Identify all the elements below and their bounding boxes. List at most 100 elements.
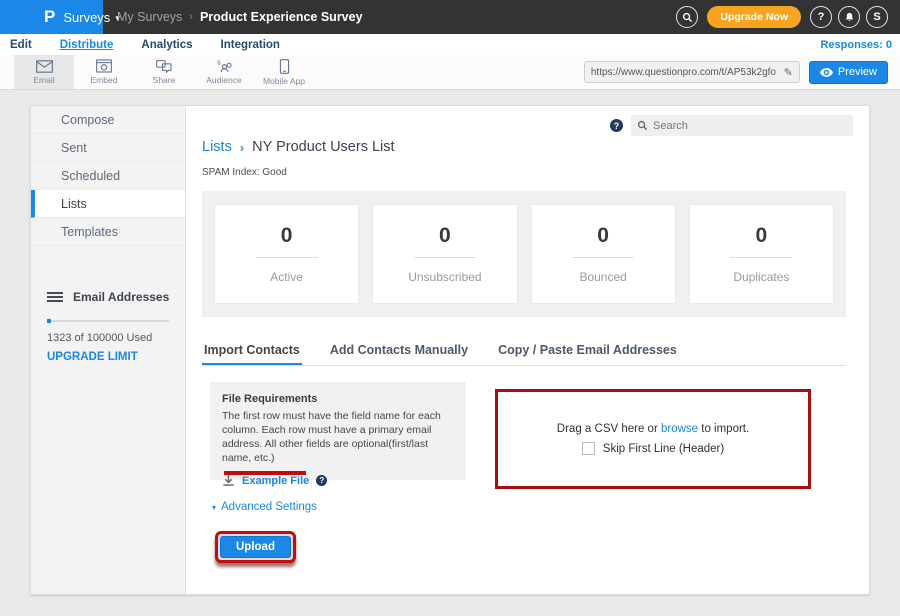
annotation-underline-example-file [224,471,306,475]
browse-link[interactable]: browse [661,423,698,435]
stat-card-bounced: 0 Bounced [531,204,676,304]
share-bubbles-icon [156,60,173,73]
usage-progress-bar [47,320,169,322]
duplicates-label: Duplicates [733,270,789,284]
channel-email[interactable]: Email [14,55,74,89]
notifications-button[interactable] [838,6,860,28]
contact-tabs: Import Contacts Add Contacts Manually Co… [202,339,846,366]
distribute-toolbar: Email Embed Share $ Audience Mobile App … [0,55,900,90]
nav-tab-edit[interactable]: Edit [10,39,32,51]
email-addresses-section: Email Addresses 1323 of 100000 Used UPGR… [31,246,185,363]
sidebar-item-lists[interactable]: Lists [31,190,185,218]
bounced-label: Bounced [579,270,626,284]
sidebar-item-templates[interactable]: Templates [31,218,185,246]
nav-tab-distribute[interactable]: Distribute [60,39,114,51]
stat-card-unsubscribed: 0 Unsubscribed [372,204,517,304]
top-navbar: P Surveys ▾ My Surveys › Product Experie… [0,0,900,34]
sidebar-item-sent[interactable]: Sent [31,134,185,162]
list-search-input[interactable] [653,120,847,132]
bell-icon [844,12,855,23]
bounced-count: 0 [597,224,609,248]
unsubscribed-count: 0 [439,224,451,248]
active-label: Active [270,270,303,284]
file-requirements-box: File Requirements The first row must hav… [210,382,466,480]
tab-import-contacts[interactable]: Import Contacts [202,339,302,365]
advanced-settings-label: Advanced Settings [221,501,317,513]
tab-copy-paste-emails[interactable]: Copy / Paste Email Addresses [496,339,679,365]
nav-tab-analytics[interactable]: Analytics [141,39,192,51]
survey-url-field[interactable]: ✎ [584,61,800,83]
nav-tab-integration[interactable]: Integration [221,39,280,51]
channel-embed[interactable]: Embed [74,55,134,89]
skip-first-line-checkbox[interactable] [582,442,595,455]
sidebar-item-compose[interactable]: Compose [31,106,185,134]
search-icon [637,120,648,131]
upload-button[interactable]: Upload [220,536,291,558]
upgrade-limit-link[interactable]: UPGRADE LIMIT [47,351,175,363]
channel-share[interactable]: Share [134,55,194,89]
svg-text:$: $ [217,61,221,67]
download-icon [222,474,235,487]
edit-url-pencil-icon[interactable]: ✎ [784,66,793,79]
help-button[interactable]: ? [810,6,832,28]
breadcrumb-lists-link[interactable]: Lists [202,139,232,155]
tab-add-contacts-manually[interactable]: Add Contacts Manually [328,339,470,365]
email-icon [36,60,53,73]
skip-first-line-label: Skip First Line (Header) [603,443,724,455]
survey-nav: Edit Distribute Analytics Integration Re… [0,34,900,55]
current-list-name: NY Product Users List [252,139,394,155]
duplicates-count: 0 [756,224,768,248]
list-search-box[interactable] [631,115,853,136]
spam-index-label: SPAM Index: Good [202,167,287,178]
list-content: ? Lists › NY Product Users List SPAM Ind… [186,106,869,594]
responses-count-link[interactable]: Responses: 0 [820,39,892,51]
survey-url-input[interactable] [591,67,780,78]
channel-embed-label: Embed [91,75,118,85]
context-help-icon[interactable]: ? [610,119,623,132]
dropzone-text: Drag a CSV here or browse to import. [557,423,749,435]
channel-mobile-app[interactable]: Mobile App [254,55,314,89]
eye-icon [820,68,833,77]
stat-card-duplicates: 0 Duplicates [689,204,834,304]
product-switcher-label: Surveys [63,10,110,25]
audience-icon: $ [216,59,233,73]
advanced-settings-toggle[interactable]: ▾ Advanced Settings [212,501,317,513]
example-file-link[interactable]: Example File [242,475,309,487]
main-panel: Compose Sent Scheduled Lists Templates E… [30,105,870,595]
usage-text: 1323 of 100000 Used [47,332,175,344]
channel-email-label: Email [33,75,54,85]
breadcrumb-my-surveys[interactable]: My Surveys [117,10,182,24]
page-title: Product Experience Survey [200,10,363,24]
preview-button[interactable]: Preview [809,61,888,84]
breadcrumb: My Surveys › Product Experience Survey [117,10,363,24]
channel-mobile-label: Mobile App [263,76,305,86]
example-file-help-icon[interactable]: ? [316,475,327,486]
breadcrumb-separator-icon: › [240,140,244,155]
list-stats-band: 0 Active 0 Unsubscribed 0 Bounced 0 Dupl… [202,191,846,317]
questionpro-logo-icon: P [44,7,55,27]
channel-audience-label: Audience [206,75,241,85]
unsubscribed-label: Unsubscribed [408,270,481,284]
global-search-button[interactable] [676,6,698,28]
list-lines-icon [47,291,63,303]
user-avatar[interactable]: S [866,6,888,28]
channel-share-label: Share [153,75,176,85]
email-addresses-title: Email Addresses [73,290,169,304]
upgrade-now-button[interactable]: Upgrade Now [707,6,801,28]
channel-audience[interactable]: $ Audience [194,55,254,89]
stat-card-active: 0 Active [214,204,359,304]
caret-down-icon: ▾ [212,503,216,512]
active-count: 0 [281,224,293,248]
sidebar-item-scheduled[interactable]: Scheduled [31,162,185,190]
file-requirements-title: File Requirements [222,393,454,405]
embed-icon [96,59,112,73]
preview-label: Preview [838,66,877,78]
app-logo[interactable]: P Surveys ▾ [0,0,103,34]
mobile-phone-icon [279,59,290,74]
file-requirements-body: The first row must have the field name f… [222,410,454,465]
list-breadcrumb: Lists › NY Product Users List [202,139,395,155]
search-icon [682,12,693,23]
breadcrumb-separator-icon: › [189,11,193,23]
csv-dropzone-annotated[interactable]: Drag a CSV here or browse to import. Ski… [495,389,811,489]
email-sidebar: Compose Sent Scheduled Lists Templates E… [31,106,186,594]
